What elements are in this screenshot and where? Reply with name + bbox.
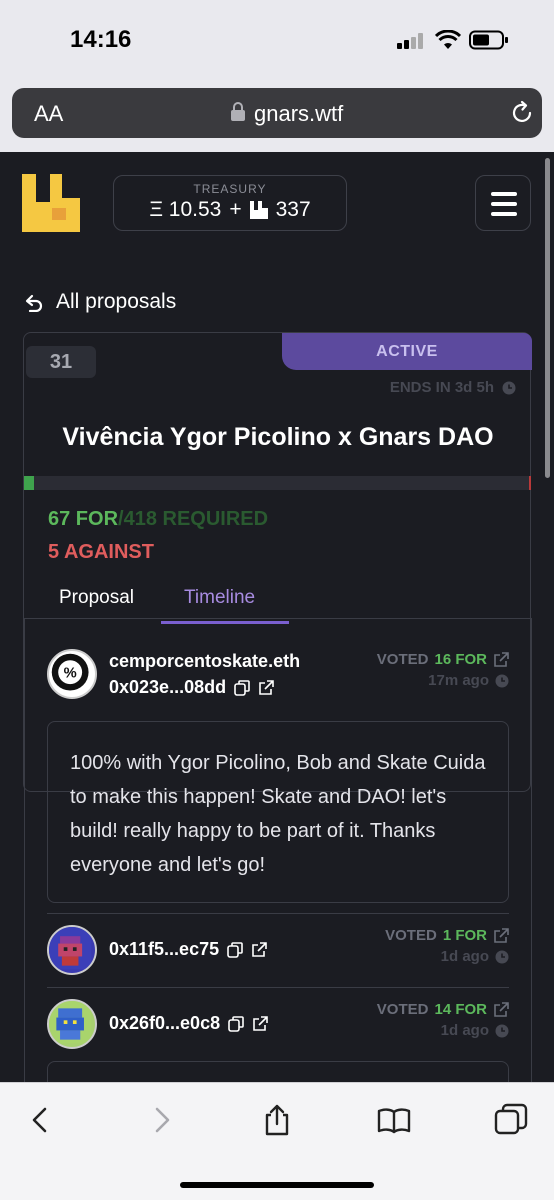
signal-icon xyxy=(397,33,425,49)
voter-address: 0x023e...08dd xyxy=(109,677,274,698)
wifi-icon xyxy=(435,30,461,49)
external-link-icon[interactable] xyxy=(493,651,509,668)
external-link-icon[interactable] xyxy=(493,927,509,944)
reader-settings-button[interactable]: AA xyxy=(34,101,63,127)
clock-icon xyxy=(495,950,509,963)
aa-label: AA xyxy=(34,101,64,126)
required-count: /418 REQUIRED xyxy=(118,508,269,530)
voter-name[interactable]: cemporcentoskate.eth xyxy=(109,651,300,672)
external-link-icon[interactable] xyxy=(252,1015,268,1032)
vote-count: 1 FOR xyxy=(442,927,487,944)
avatar[interactable] xyxy=(47,925,97,975)
external-link-icon[interactable] xyxy=(251,941,267,958)
home-indicator xyxy=(180,1182,374,1188)
svg-text:%: % xyxy=(64,666,77,682)
share-icon[interactable] xyxy=(260,1103,294,1137)
forward-icon[interactable] xyxy=(144,1103,178,1137)
avatar[interactable]: % xyxy=(47,649,97,699)
vote-progress-bar xyxy=(24,476,531,490)
vote-count: 16 FOR xyxy=(434,651,487,668)
lock-icon xyxy=(231,102,245,121)
copy-icon[interactable] xyxy=(227,941,243,958)
voter-address: 0x11f5...ec75 xyxy=(109,939,267,960)
proposal-title: Vivência Ygor Picolino x Gnars DAO xyxy=(62,423,494,451)
voted-label: VOTED xyxy=(385,927,437,944)
external-link-icon[interactable] xyxy=(258,679,274,696)
external-link-icon[interactable] xyxy=(493,1001,509,1018)
address-bar[interactable]: AA gnars.wtf xyxy=(12,88,542,138)
divider xyxy=(47,987,509,988)
vote-info: VOTED 14 FOR 1d ago xyxy=(377,1001,509,1039)
voted-label: VOTED xyxy=(376,1001,429,1018)
ends-in: ENDS IN 3d 5h xyxy=(390,379,516,396)
clock-icon xyxy=(495,674,509,687)
url-text[interactable]: gnars.wtf xyxy=(254,101,343,127)
clock-icon xyxy=(495,1024,509,1037)
scrollbar[interactable] xyxy=(545,158,550,478)
vote-time: 1d ago xyxy=(440,948,489,965)
treasury-eth: Ξ 10.53 xyxy=(149,198,222,221)
status-bar: 14:16 xyxy=(0,0,554,80)
voted-label: VOTED xyxy=(376,651,429,668)
copy-icon[interactable] xyxy=(228,1015,244,1032)
address-text[interactable]: 0x11f5...ec75 xyxy=(109,939,219,960)
avatar[interactable] xyxy=(47,999,97,1049)
copy-icon[interactable] xyxy=(234,679,250,696)
vote-time: 1d ago xyxy=(440,1022,489,1039)
all-proposals-link[interactable]: All proposals xyxy=(24,290,176,314)
clock-icon xyxy=(502,381,516,394)
tabs-icon[interactable] xyxy=(494,1103,528,1137)
proposal-number: 31 xyxy=(26,346,96,378)
against-fill xyxy=(529,476,531,490)
menu-icon xyxy=(491,192,517,196)
battery-icon xyxy=(469,30,508,50)
bookmarks-icon[interactable] xyxy=(377,1103,411,1137)
voter-address: 0x26f0...e0c8 xyxy=(109,1013,268,1034)
next-comment-box xyxy=(47,1061,509,1082)
menu-button[interactable] xyxy=(475,175,531,231)
vote-time: 17m ago xyxy=(428,672,489,689)
proposal-tabs: Proposal Timeline xyxy=(24,577,532,624)
tab-proposal[interactable]: Proposal xyxy=(59,587,134,609)
address-text: 0x023e...08dd xyxy=(109,677,227,697)
status-time: 14:16 xyxy=(70,26,132,53)
address-text[interactable]: 0x26f0...e0c8 xyxy=(109,1013,220,1034)
for-count: 67 FOR xyxy=(48,508,119,530)
vote-info: VOTED 16 FOR 17m ago xyxy=(377,651,509,689)
treasury-box[interactable]: TREASURY Ξ 10.53 + 337 xyxy=(113,175,347,231)
status-badge: ACTIVE xyxy=(282,333,532,370)
gnars-logo[interactable] xyxy=(22,174,80,232)
vote-comment: 100% with Ygor Picolino, Bob and Skate C… xyxy=(47,721,509,903)
back-icon[interactable] xyxy=(24,1103,58,1137)
divider xyxy=(47,913,509,914)
treasury-plus: + xyxy=(229,198,242,221)
tab-timeline[interactable]: Timeline xyxy=(184,587,255,609)
timeline-list: % cemporcentoskate.eth 0x023e...08dd VOT… xyxy=(24,618,532,1082)
vote-info: VOTED 1 FOR 1d ago xyxy=(385,927,509,965)
treasury-label: TREASURY xyxy=(193,182,267,196)
all-proposals-label: All proposals xyxy=(56,290,177,313)
ends-in-label: ENDS IN 3d 5h xyxy=(389,379,494,396)
for-fill xyxy=(24,476,34,490)
gnars-token-icon xyxy=(249,201,268,219)
treasury-gnars: 337 xyxy=(275,198,311,221)
for-votes: 67 FOR/418 REQUIRED xyxy=(48,508,268,531)
web-page: TREASURY Ξ 10.53 + 337 All proposals 31 … xyxy=(0,152,554,1082)
vote-count: 14 FOR xyxy=(434,1001,487,1018)
against-votes: 5 AGAINST xyxy=(48,541,154,563)
reload-icon[interactable] xyxy=(509,100,535,126)
back-arrow-icon xyxy=(25,294,43,312)
